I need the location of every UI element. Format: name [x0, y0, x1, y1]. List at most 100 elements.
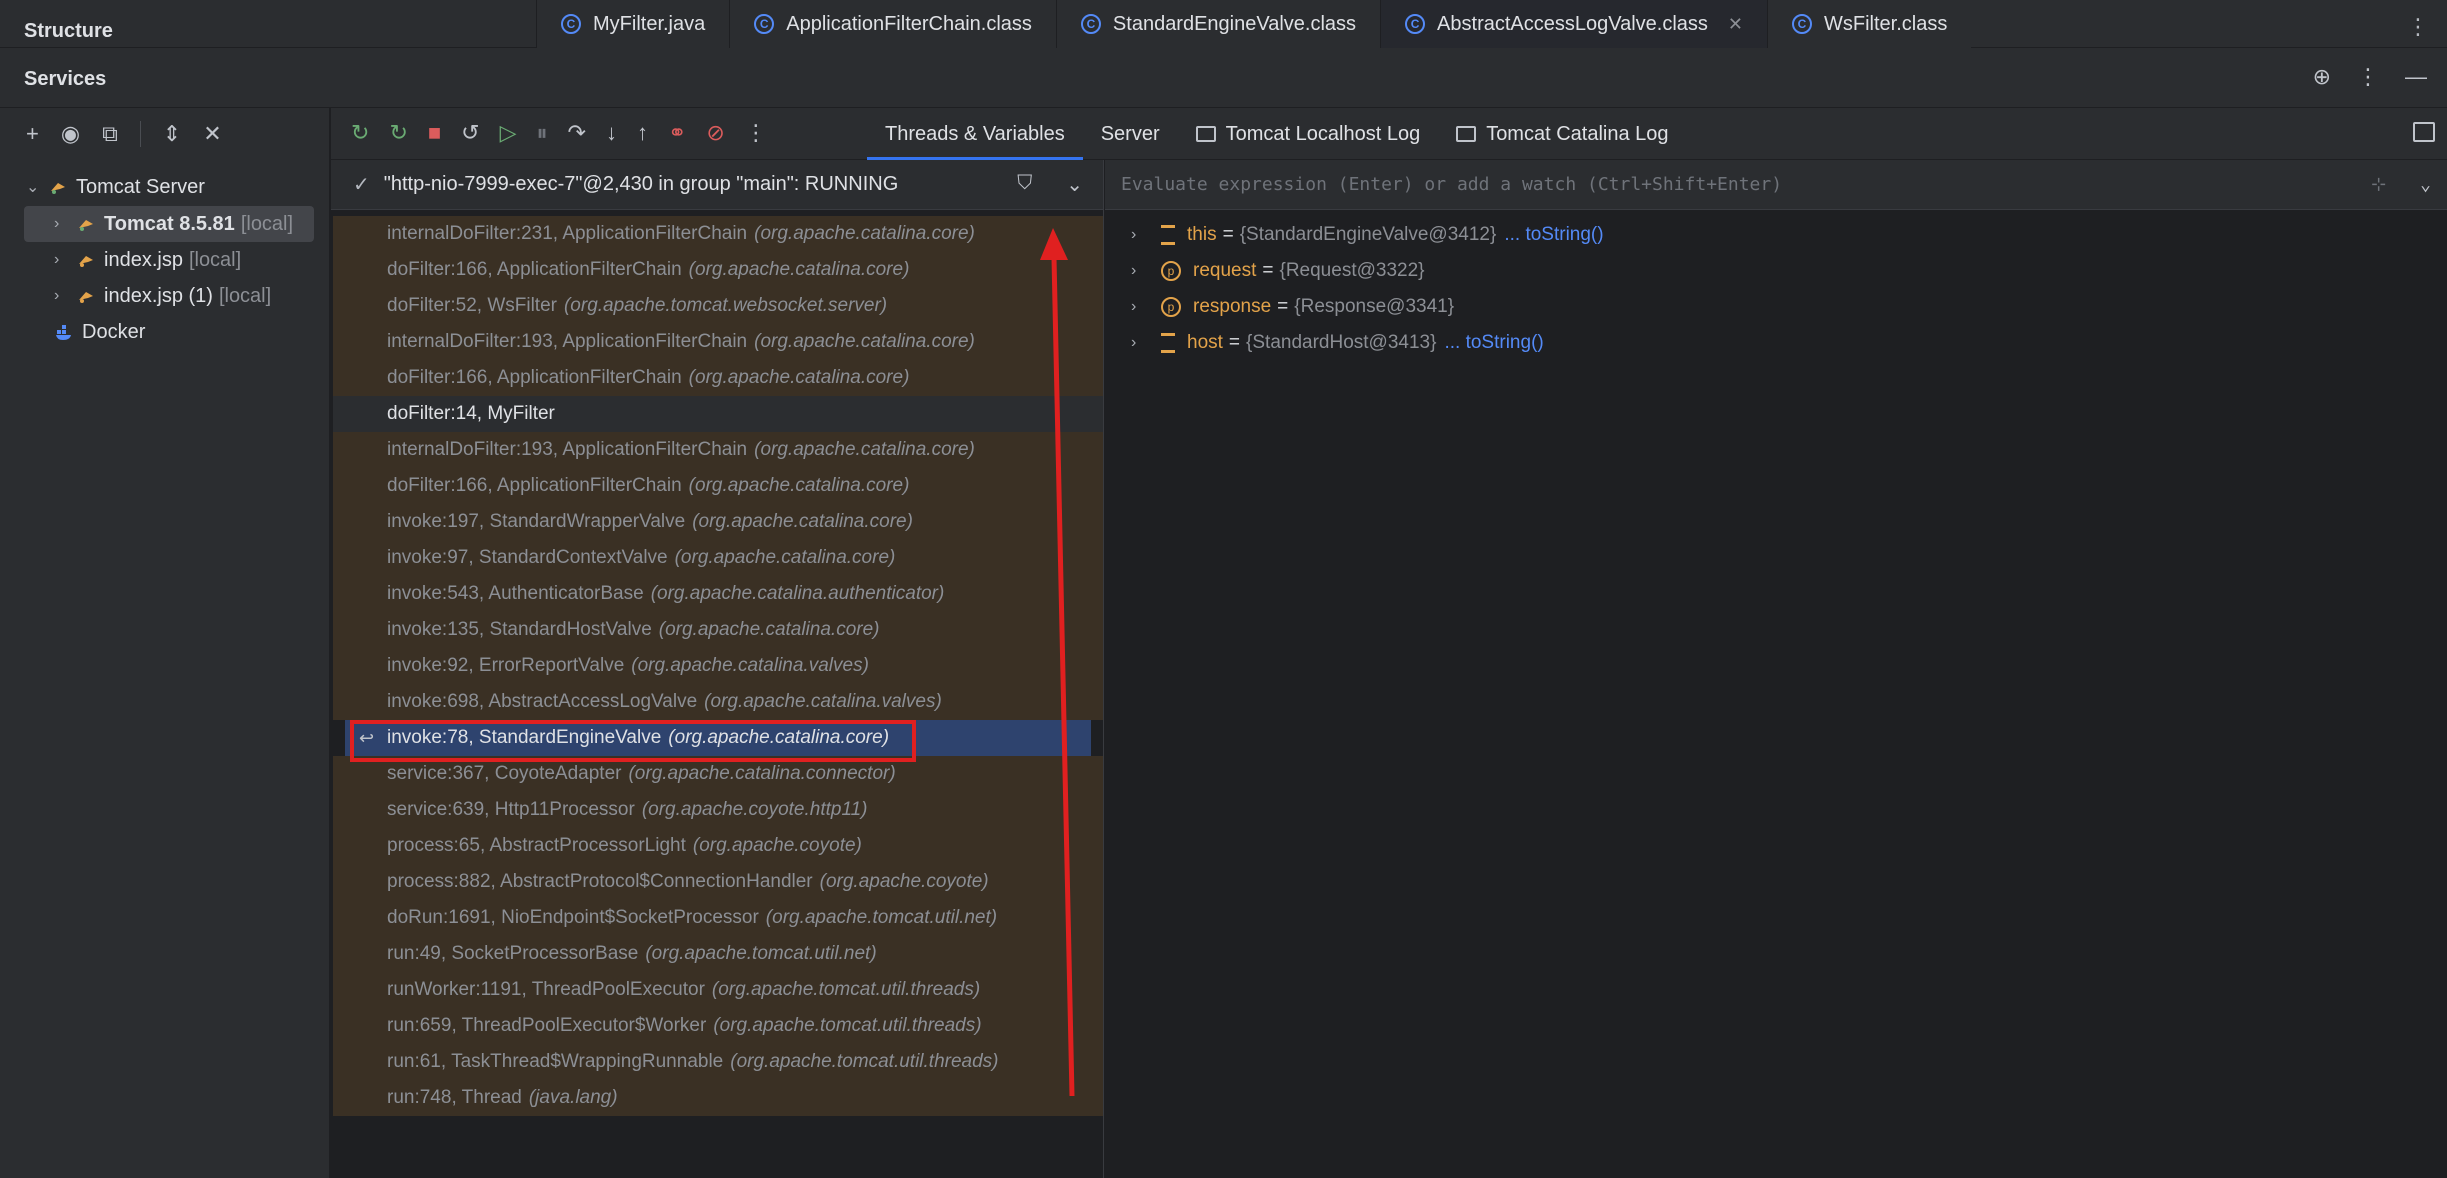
tab-tomcat-catalina-log[interactable]: Tomcat Catalina Log: [1438, 108, 1686, 160]
stack-frame[interactable]: invoke:97, StandardContextValve (org.apac…: [333, 540, 1103, 576]
tab-abstractaccesslogvalve-class[interactable]: C AbstractAccessLogValve.class ✕: [1380, 0, 1767, 48]
frame-method: invoke:135, StandardHostValve: [387, 619, 652, 640]
stack-frame[interactable]: internalDoFilter:193, ApplicationFilterC…: [333, 324, 1103, 360]
tree-item-index-jsp-1[interactable]: › index.jsp (1) [local]: [54, 279, 271, 313]
variable-name: response: [1193, 296, 1272, 317]
frame-package: (org.apache.tomcat.websocket.server): [563, 295, 888, 316]
stack-frame[interactable]: process:882, AbstractProtocol$Connection…: [333, 864, 1103, 900]
evaluate-expression-input[interactable]: Evaluate expression (Enter) or add a wat…: [1105, 160, 2447, 210]
thread-selector[interactable]: ✓ "http-nio-7999-exec-7"@2,430 in group …: [331, 160, 1103, 210]
chevron-right-icon[interactable]: ›: [1131, 262, 1161, 280]
tree-item-docker[interactable]: Docker: [54, 315, 145, 349]
variable-request[interactable]: › p request = {Request@3322}: [1131, 254, 1425, 288]
variable-host[interactable]: › host = {StandardHost@3413} ... toStrin…: [1131, 326, 1544, 360]
chevron-right-icon[interactable]: ›: [54, 251, 76, 269]
field-icon: [1161, 333, 1175, 353]
more-vertical-icon[interactable]: ⋮: [2357, 64, 2379, 90]
frame-package: (org.apache.catalina.core): [688, 259, 910, 280]
frame-method: doFilter:166, ApplicationFilterChain: [387, 475, 682, 496]
layout-options-icon[interactable]: [2413, 122, 2435, 142]
tab-applicationfilterchain-class[interactable]: C ApplicationFilterChain.class: [729, 0, 1056, 48]
more-vertical-icon[interactable]: ⋮: [745, 120, 767, 146]
tab-label: WsFilter.class: [1824, 12, 1948, 35]
eye-icon[interactable]: ◉: [61, 121, 80, 147]
chevron-right-icon[interactable]: ›: [1131, 334, 1161, 352]
tomcat-running-icon: [79, 220, 93, 231]
stack-frame[interactable]: doFilter:14, MyFilter: [333, 396, 1103, 432]
view-breakpoints-icon[interactable]: ⚭: [668, 120, 686, 146]
stack-frame[interactable]: invoke:92, ErrorReportValve (org.apache.c…: [333, 648, 1103, 684]
tree-item-tomcat-server[interactable]: ⌄ Tomcat Server: [26, 170, 205, 204]
rerun-icon[interactable]: ↻: [351, 120, 369, 146]
resume-icon[interactable]: ▷: [500, 120, 517, 146]
stack-frame[interactable]: run:61, TaskThread$WrappingRunnable (org.…: [333, 1044, 1103, 1080]
stack-frame[interactable]: internalDoFilter:193, ApplicationFilterC…: [333, 432, 1103, 468]
rerun-debug-icon[interactable]: ↻: [389, 120, 407, 146]
restart-icon[interactable]: ↺: [461, 120, 479, 146]
stack-frame[interactable]: doFilter:166, ApplicationFilterChain (org…: [333, 252, 1103, 288]
collapse-all-icon[interactable]: ✕: [203, 121, 221, 147]
tab-standardenginevalve-class[interactable]: C StandardEngineValve.class: [1055, 0, 1381, 48]
chevron-down-icon[interactable]: ⌄: [2420, 174, 2431, 195]
add-watch-icon[interactable]: ⊹: [2371, 174, 2386, 195]
variable-value: {Response@3341}: [1294, 296, 1455, 317]
tomcat-icon: [79, 256, 93, 267]
stack-frame[interactable]: invoke:197, StandardWrapperValve (org.apa…: [333, 504, 1103, 540]
stack-frame[interactable]: invoke:543, AuthenticatorBase (org.apache…: [333, 576, 1103, 612]
step-over-icon[interactable]: ↷: [568, 120, 586, 146]
filter-icon[interactable]: ⛉: [1017, 172, 1032, 197]
variable-value: {Request@3322}: [1279, 260, 1425, 281]
stack-frame[interactable]: doFilter:166, ApplicationFilterChain (org…: [333, 360, 1103, 396]
stack-frame[interactable]: run:659, ThreadPoolExecutor$Worker (org.a…: [333, 1008, 1103, 1044]
tab-myfilter-java[interactable]: C MyFilter.java: [536, 0, 730, 48]
tree-item-tomcat-instance[interactable]: › Tomcat 8.5.81 [local]: [54, 207, 293, 241]
new-group-icon[interactable]: ⧉: [102, 121, 118, 147]
stack-frame[interactable]: service:639, Http11Processor (org.apache.…: [333, 792, 1103, 828]
tab-label: StandardEngineValve.class: [1112, 12, 1357, 35]
stack-frame[interactable]: runWorker:1191, ThreadPoolExecutor (org.a…: [333, 972, 1103, 1008]
services-tree-panel: + ◉ ⧉ ⇕ ✕ ⌄ Tomcat Server › Tomcat 8.5.8…: [0, 108, 330, 1178]
stack-frame[interactable]: run:49, SocketProcessorBase (org.apache.t…: [333, 936, 1103, 972]
stack-frame[interactable]: internalDoFilter:231, ApplicationFilterC…: [333, 216, 1103, 252]
crosshair-icon[interactable]: ⊕: [2313, 64, 2331, 90]
step-into-icon[interactable]: ↓: [606, 120, 617, 146]
chevron-right-icon[interactable]: ›: [1131, 226, 1161, 244]
tree-item-label: Docker: [82, 320, 146, 343]
to-string-link[interactable]: ... toString(): [1444, 332, 1543, 354]
pause-icon[interactable]: ⏸: [537, 120, 548, 146]
to-string-link[interactable]: ... toString(): [1504, 224, 1603, 246]
tab-wsfilter-class[interactable]: C WsFilter.class: [1767, 0, 1972, 48]
frame-method: run:49, SocketProcessorBase: [387, 943, 639, 964]
variable-response[interactable]: › p response = {Response@3341}: [1131, 290, 1454, 324]
stack-frame[interactable]: doFilter:52, WsFilter (org.apache.tomcat.…: [333, 288, 1103, 324]
chevron-right-icon[interactable]: ›: [1131, 298, 1161, 316]
chevron-down-icon[interactable]: ⌄: [1066, 172, 1083, 197]
stack-frame[interactable]: invoke:698, AbstractAccessLogValve (org.a…: [333, 684, 1103, 720]
chevron-right-icon[interactable]: ›: [54, 215, 76, 233]
frame-method: run:748, Thread: [387, 1087, 522, 1108]
tab-server[interactable]: Server: [1083, 108, 1178, 160]
stack-frame[interactable]: invoke:135, StandardHostValve (org.apache…: [333, 612, 1103, 648]
frame-package: (org.apache.tomcat.util.threads): [730, 1051, 999, 1072]
tree-item-index-jsp[interactable]: › index.jsp [local]: [54, 243, 241, 277]
add-icon[interactable]: +: [26, 121, 39, 147]
stack-frame[interactable]: doRun:1691, NioEndpoint$SocketProcessor (…: [333, 900, 1103, 936]
minimize-icon[interactable]: —: [2405, 64, 2427, 90]
tab-tomcat-localhost-log[interactable]: Tomcat Localhost Log: [1178, 108, 1439, 160]
chevron-right-icon[interactable]: ›: [54, 287, 76, 305]
tab-threads-variables[interactable]: Threads & Variables: [867, 108, 1083, 160]
stop-icon[interactable]: ■: [428, 120, 441, 146]
chevron-down-icon[interactable]: ⌄: [26, 177, 48, 197]
equals-sign: =: [1262, 260, 1274, 281]
thread-label: "http-nio-7999-exec-7"@2,430 in group "m…: [383, 173, 899, 195]
expand-all-icon[interactable]: ⇕: [163, 121, 181, 147]
mute-breakpoints-icon[interactable]: ⊘: [706, 120, 724, 146]
stack-frame[interactable]: run:748, Thread (java.lang): [333, 1080, 1103, 1116]
stack-frame[interactable]: doFilter:166, ApplicationFilterChain (org…: [333, 468, 1103, 504]
more-vertical-icon[interactable]: ⋮: [2407, 14, 2429, 40]
close-icon[interactable]: ✕: [1728, 14, 1743, 35]
stack-frame[interactable]: process:65, AbstractProcessorLight (org.a…: [333, 828, 1103, 864]
variable-this[interactable]: › this = {StandardEngineValve@3412} ... …: [1131, 218, 1604, 252]
evaluate-actions: ⊹ ⌄: [2371, 174, 2431, 195]
step-out-icon[interactable]: ↑: [637, 120, 648, 146]
